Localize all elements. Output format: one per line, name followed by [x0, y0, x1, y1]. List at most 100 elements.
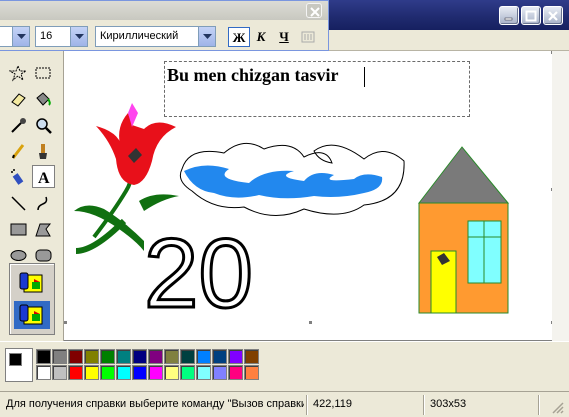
palette-swatch[interactable] [244, 349, 259, 364]
palette-swatch[interactable] [132, 349, 147, 364]
palette-swatch[interactable] [132, 365, 147, 380]
text-tool[interactable]: A [32, 165, 55, 188]
polygon-tool[interactable] [32, 218, 55, 241]
text-a-icon: A [38, 170, 50, 187]
maximize-button[interactable] [521, 6, 541, 25]
paint-bucket-icon [36, 92, 51, 106]
rectangle-tool[interactable] [7, 218, 30, 241]
maximize-icon [525, 10, 537, 22]
font-toolbar-title[interactable] [0, 1, 328, 20]
italic-button[interactable]: К [250, 27, 272, 47]
transparent-background-option[interactable] [14, 301, 50, 329]
palette-swatch[interactable] [180, 365, 195, 380]
drawing-canvas[interactable]: 20 Bu men chizgan tasvir [64, 51, 552, 340]
status-size: 303x53 [430, 398, 467, 410]
transparent-background-icon [19, 304, 43, 325]
free-select-tool[interactable] [7, 62, 30, 85]
star-select-icon [9, 64, 28, 82]
palette-swatch[interactable] [244, 365, 259, 380]
curve-tool[interactable] [32, 192, 55, 215]
palette-swatch[interactable] [228, 349, 243, 364]
font-script-combo[interactable]: Кириллический [95, 26, 216, 47]
vertical-scrollbar[interactable] [552, 51, 569, 341]
curve-icon [37, 196, 48, 211]
palette-swatch[interactable] [212, 349, 227, 364]
status-coords: 422,119 [313, 398, 352, 410]
polygon-icon [35, 223, 52, 237]
airbrush-icon [11, 169, 24, 185]
magnifier-tool[interactable] [32, 114, 55, 137]
status-separator [538, 395, 540, 415]
palette-swatch[interactable] [68, 349, 83, 364]
palette-swatch[interactable] [228, 365, 243, 380]
font-script-value: Кириллический [100, 30, 179, 42]
bold-button[interactable]: Ж [228, 27, 250, 47]
tool-options [9, 263, 55, 335]
svg-text:A: A [38, 170, 50, 187]
palette-swatch[interactable] [164, 365, 179, 380]
current-colors[interactable] [5, 348, 33, 382]
underline-button[interactable]: Ч [273, 27, 295, 47]
fill-tool[interactable] [32, 88, 55, 111]
palette-swatch[interactable] [212, 365, 227, 380]
palette-swatch[interactable] [148, 349, 163, 364]
eyedropper-icon [11, 118, 26, 133]
primary-color [9, 353, 22, 366]
palette-swatch[interactable] [100, 349, 115, 364]
rect-select-tool[interactable] [32, 62, 55, 85]
palette-swatch[interactable] [36, 365, 51, 380]
close-button[interactable] [543, 6, 563, 25]
close-icon [310, 7, 320, 17]
cloud-drawing [179, 142, 405, 217]
vertical-text-icon [301, 31, 315, 43]
palette-swatch[interactable] [84, 365, 99, 380]
color-picker-tool[interactable] [7, 114, 30, 137]
rect-select-icon [35, 67, 51, 79]
palette-swatch[interactable] [148, 365, 163, 380]
font-toolbar-close-button[interactable] [306, 3, 322, 18]
status-help-text: Для получения справки выберите команду "… [6, 398, 304, 410]
vertical-text-button[interactable] [297, 27, 319, 47]
close-icon [548, 11, 558, 21]
house-drawing [417, 146, 510, 314]
palette-swatch[interactable] [100, 365, 115, 380]
status-separator [423, 395, 425, 415]
status-separator [306, 395, 308, 415]
line-icon [11, 196, 26, 211]
chevron-down-icon[interactable] [70, 27, 87, 46]
palette-swatch[interactable] [52, 349, 67, 364]
palette-swatch[interactable] [164, 349, 179, 364]
canvas-area: 20 Bu men chizgan tasvir [64, 51, 569, 341]
airbrush-tool[interactable] [7, 166, 30, 189]
tool-panel: A [0, 51, 64, 341]
text-caret [364, 67, 365, 87]
text-box[interactable]: Bu men chizgan tasvir [164, 61, 470, 117]
opaque-background-option[interactable] [14, 269, 50, 297]
palette-swatch[interactable] [36, 349, 51, 364]
brush-tool[interactable] [32, 140, 55, 163]
resize-grip-icon[interactable] [550, 400, 564, 414]
palette-swatch[interactable] [180, 349, 195, 364]
chevron-down-icon[interactable] [12, 27, 29, 46]
palette-swatch[interactable] [196, 365, 211, 380]
palette-swatch[interactable] [84, 349, 99, 364]
eraser-icon [11, 93, 26, 107]
line-tool[interactable] [7, 192, 30, 215]
rectangle-icon [10, 223, 27, 236]
minimize-button[interactable] [499, 6, 519, 25]
chevron-down-icon[interactable] [198, 27, 215, 46]
font-size-combo[interactable]: 16 [35, 26, 88, 47]
text-box-content: Bu men chizgan tasvir [167, 65, 339, 85]
palette-swatch[interactable] [196, 349, 211, 364]
palette-swatch[interactable] [68, 365, 83, 380]
eraser-tool[interactable] [7, 88, 30, 111]
pencil-tool[interactable] [7, 140, 30, 163]
font-name-combo[interactable] [0, 26, 30, 47]
drawn-number: 20 [144, 218, 253, 328]
palette-swatch[interactable] [116, 365, 131, 380]
palette-swatch[interactable] [52, 365, 67, 380]
minimize-icon [504, 17, 513, 21]
palette-swatch[interactable] [116, 349, 131, 364]
font-size-value: 16 [40, 30, 53, 42]
color-palette [0, 341, 569, 391]
